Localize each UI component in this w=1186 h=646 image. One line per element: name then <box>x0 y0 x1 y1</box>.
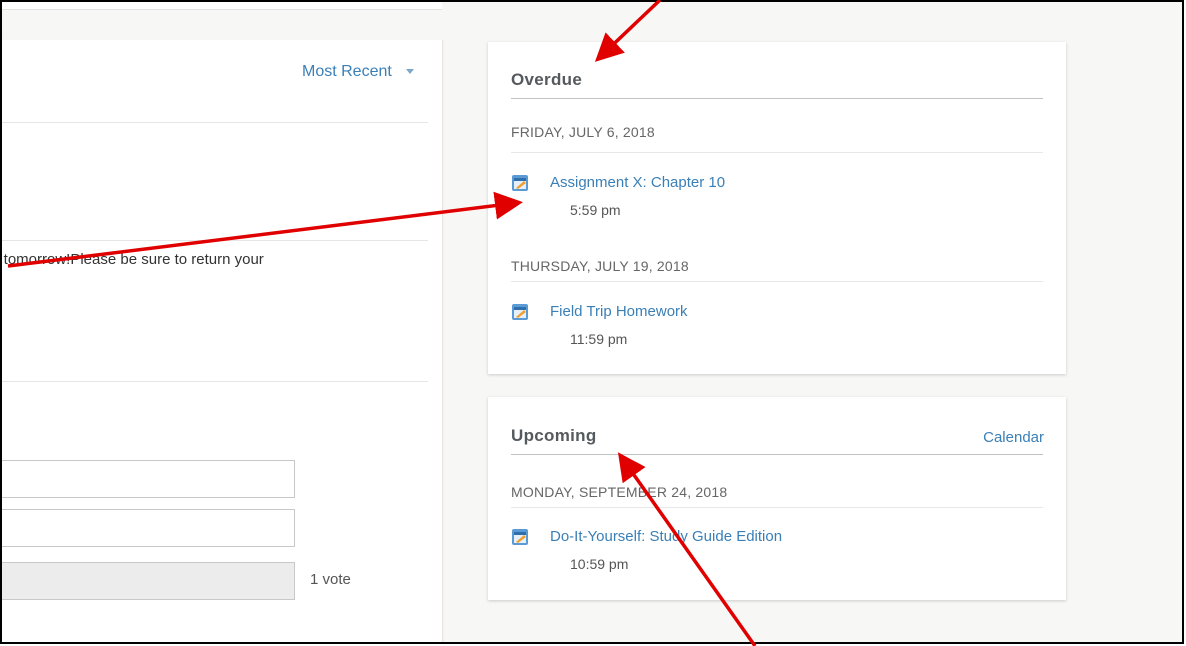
date-rule <box>511 152 1043 153</box>
divider <box>2 240 428 241</box>
date-heading: FRIDAY, JULY 6, 2018 <box>511 124 655 140</box>
screenshot-frame: Most Recent y tomorrow!Please be sure to… <box>0 0 1184 644</box>
date-heading: THURSDAY, JULY 19, 2018 <box>511 258 689 274</box>
upcoming-title: Upcoming <box>511 426 597 445</box>
assignment-time: 11:59 pm <box>570 331 628 347</box>
post-body-text: y tomorrow!Please be sure to return your <box>0 251 264 268</box>
date-rule <box>511 507 1043 508</box>
title-rule <box>511 454 1043 455</box>
calendar-link[interactable]: Calendar <box>983 429 1044 446</box>
assignment-link[interactable]: Field Trip Homework <box>550 303 688 320</box>
assignment-link[interactable]: Do-It-Yourself: Study Guide Edition <box>550 528 782 545</box>
date-heading: MONDAY, SEPTEMBER 24, 2018 <box>511 484 728 500</box>
assignment-icon <box>512 175 528 191</box>
assignment-time: 5:59 pm <box>570 202 621 218</box>
overdue-card: Overdue FRIDAY, JULY 6, 2018 Assignment … <box>488 42 1066 374</box>
divider <box>2 122 428 123</box>
upcoming-card: Upcoming Calendar MONDAY, SEPTEMBER 24, … <box>488 397 1066 600</box>
assignment-icon <box>512 529 528 545</box>
updates-feed-card: Most Recent y tomorrow!Please be sure to… <box>0 40 443 642</box>
top-card-edge <box>2 2 442 10</box>
date-rule <box>511 281 1043 282</box>
assignment-icon <box>512 304 528 320</box>
caret-down-icon[interactable] <box>406 69 414 74</box>
sort-dropdown[interactable]: Most Recent <box>302 63 392 81</box>
assignment-link[interactable]: Assignment X: Chapter 10 <box>550 174 725 191</box>
poll-option-input[interactable] <box>2 460 295 498</box>
assignment-time: 10:59 pm <box>570 556 629 572</box>
divider <box>2 381 428 382</box>
title-rule <box>511 98 1043 99</box>
poll-vote-count: 1 vote <box>310 571 351 588</box>
poll-result-bar[interactable] <box>2 562 295 600</box>
poll-option-input[interactable] <box>2 509 295 547</box>
overdue-title: Overdue <box>511 70 583 89</box>
